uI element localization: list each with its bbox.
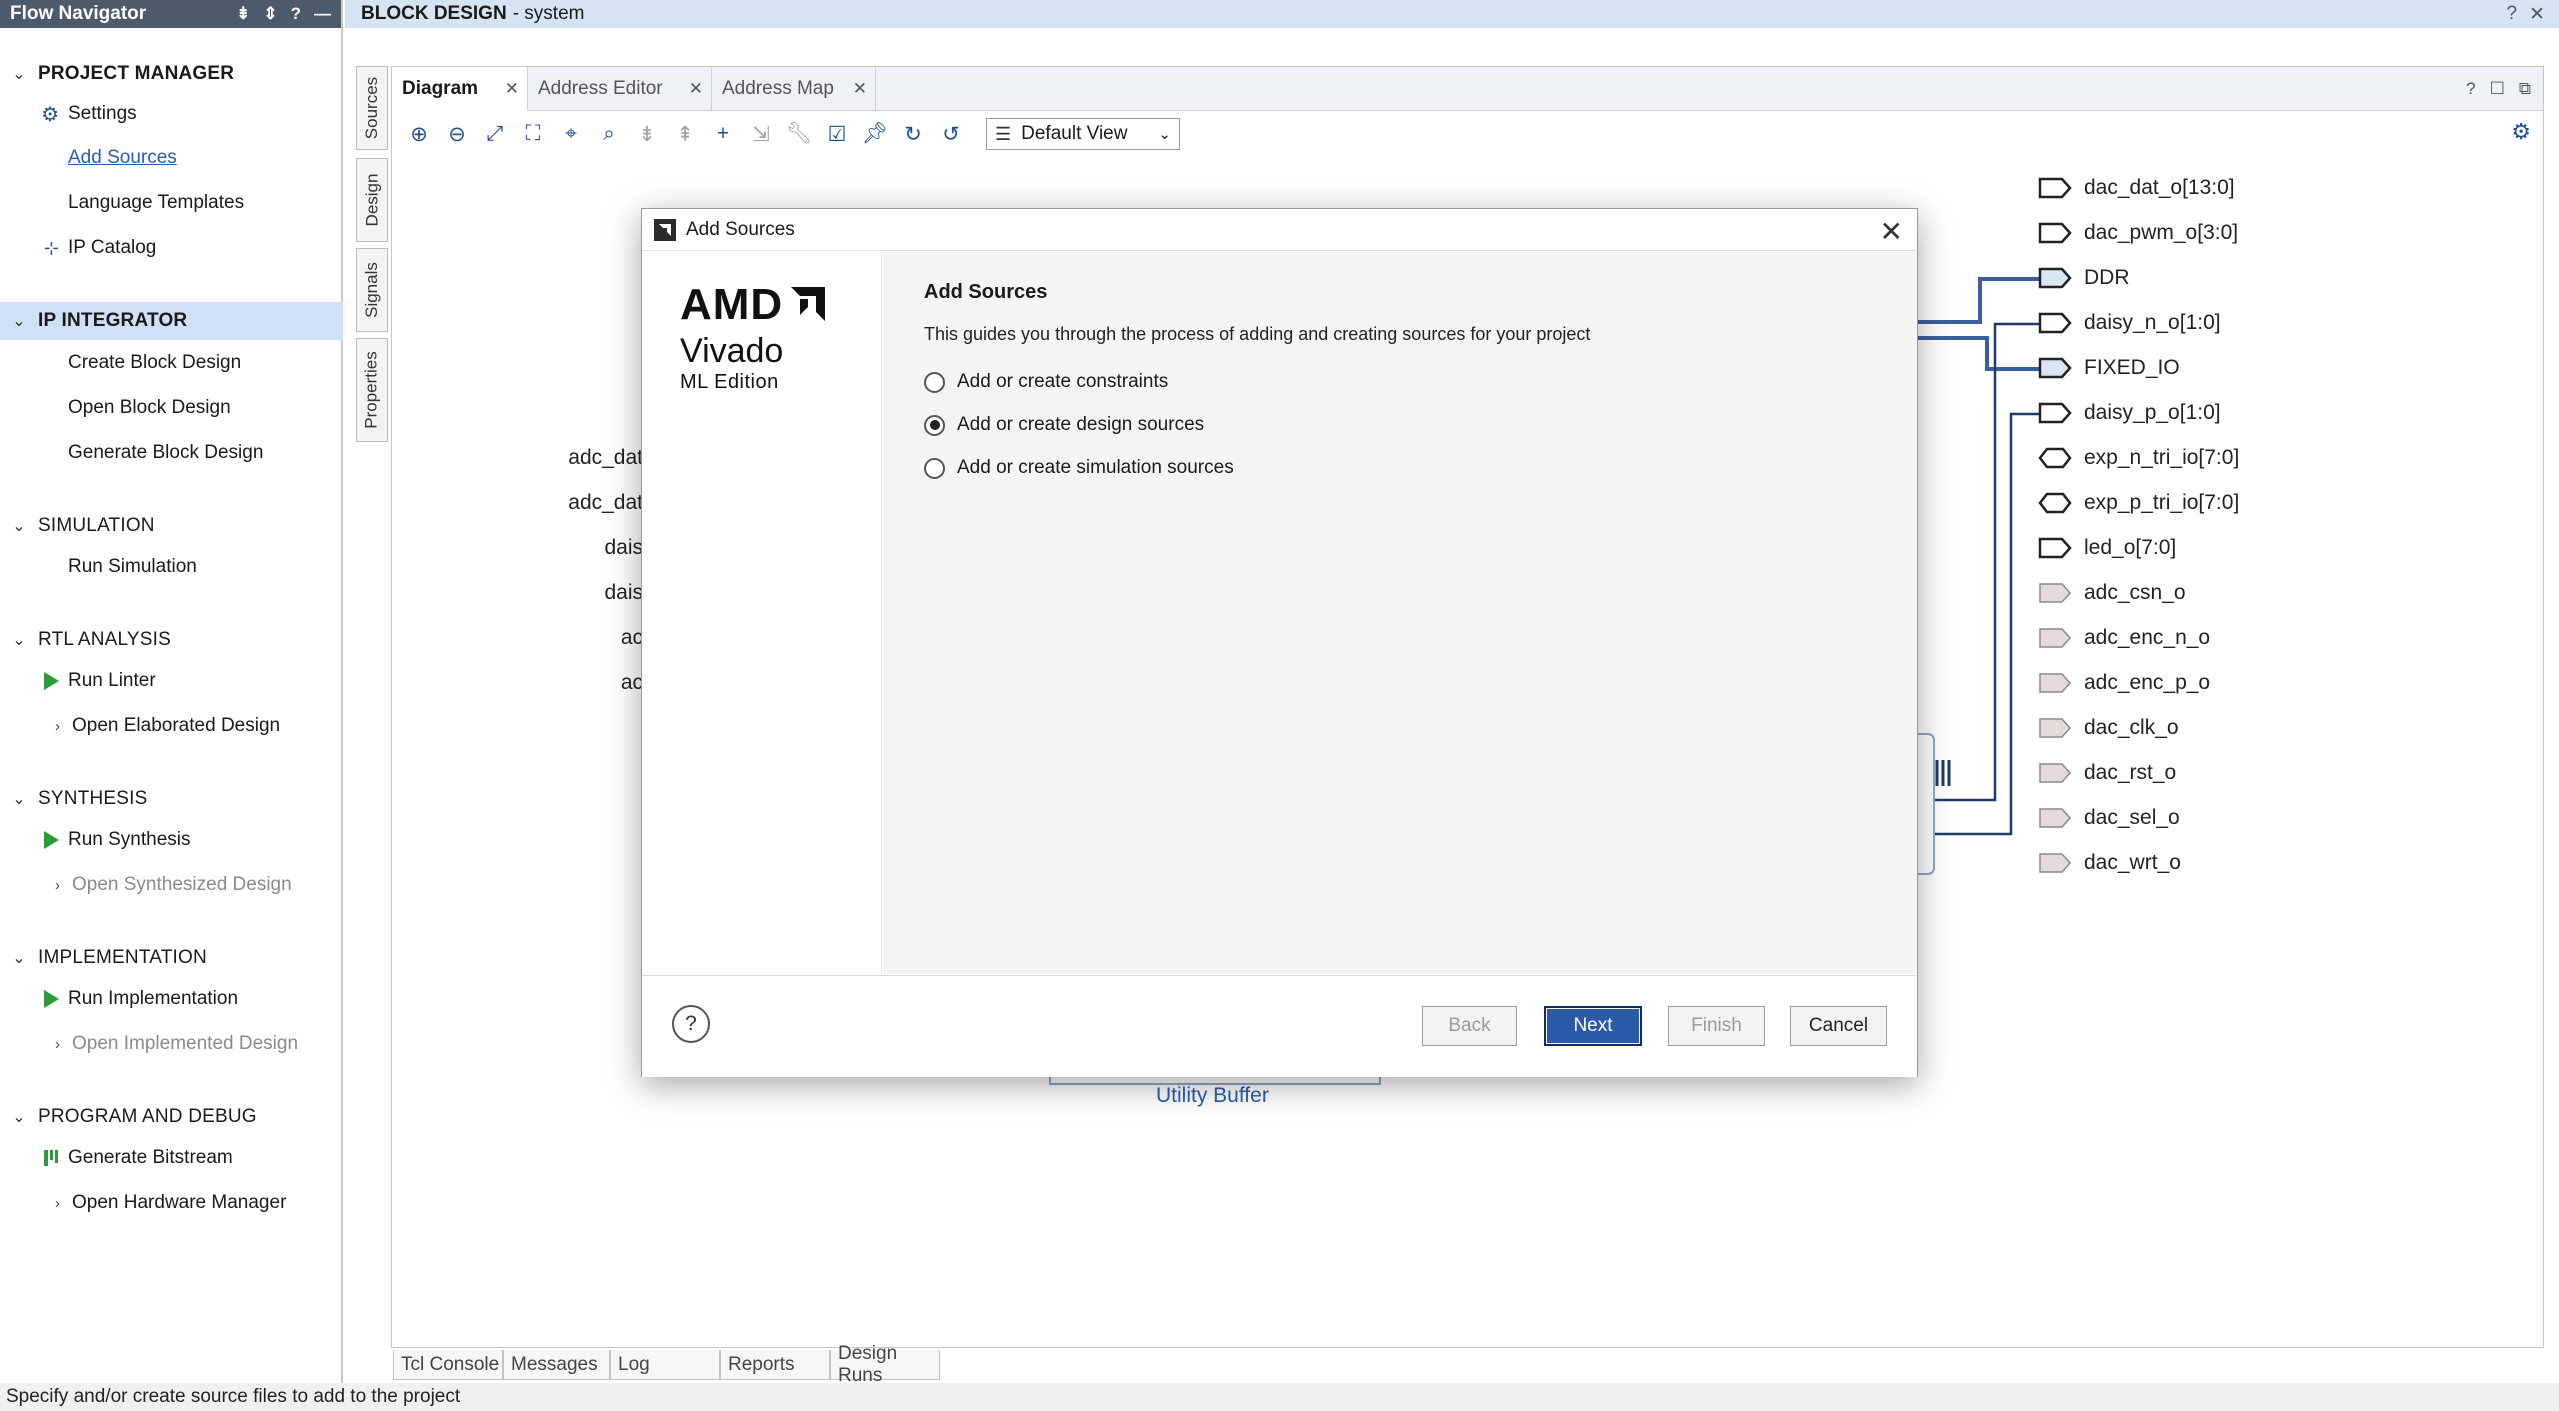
port-label: daisy_p_o[1:0] — [2084, 401, 2221, 424]
port-label: ac — [620, 626, 643, 649]
port-label: dac_rst_o — [2084, 761, 2177, 784]
port-dac-dat-o-13-0[interactable]: dac_dat_o[13:0] — [2038, 175, 2235, 201]
port-label: dais — [604, 581, 643, 604]
option-simulation-sources[interactable]: Add or create simulation sources — [924, 457, 1234, 479]
amd-arrow-icon — [791, 287, 826, 321]
port-label: led_o[7:0] — [2084, 536, 2177, 559]
amd-vivado-logo: AMD Vivado ML Edition — [680, 280, 860, 394]
port-exp-p-tri-io-7-0[interactable]: exp_p_tri_io[7:0] — [2038, 490, 2239, 516]
output-port-icon — [2039, 718, 2072, 738]
status-bar: Specify and/or create source files to ad… — [0, 1383, 2559, 1411]
port-dac-pwm-o-3-0[interactable]: dac_pwm_o[3:0] — [2038, 220, 2238, 246]
option-design-sources[interactable]: Add or create design sources — [924, 414, 1204, 436]
port-adc-enc-p-o[interactable]: adc_enc_p_o — [2038, 670, 2210, 696]
utility-buffer-label[interactable]: Utility Buffer — [1156, 1084, 1269, 1108]
help-button[interactable]: ? — [672, 1005, 710, 1043]
output-port-icon — [2039, 853, 2072, 873]
dialog-branding-panel: AMD Vivado ML Edition — [642, 252, 882, 974]
dialog-title: Add Sources — [686, 218, 795, 240]
port-label: dac_sel_o — [2084, 806, 2180, 829]
dialog-heading: Add Sources — [924, 281, 1048, 303]
port-label: dac_pwm_o[3:0] — [2084, 221, 2239, 244]
port-label: dac_wrt_o — [2084, 851, 2181, 874]
output-port-icon — [2039, 808, 2072, 828]
port-label: exp_p_tri_io[7:0] — [2084, 491, 2240, 514]
port-led-o-7-0[interactable]: led_o[7:0] — [2038, 535, 2176, 561]
port-fixed-io[interactable]: FIXED_IO — [2038, 355, 2180, 381]
dialog-footer: ? Back Next Finish Cancel — [642, 975, 1917, 1077]
back-button[interactable]: Back — [1422, 1006, 1517, 1046]
edition-wordmark: ML Edition — [680, 371, 779, 393]
add-sources-dialog: Add Sources ✕ AMD Vivado ML Edition Add … — [641, 208, 1918, 1077]
bidirectional-port-icon — [2038, 492, 2072, 514]
tab-design-runs[interactable]: Design Runs — [830, 1343, 940, 1386]
output-port-icon — [2038, 312, 2072, 334]
next-button[interactable]: Next — [1544, 1006, 1642, 1046]
port-dac-wrt-o[interactable]: dac_wrt_o — [2038, 850, 2181, 876]
port-dac-rst-o[interactable]: dac_rst_o — [2038, 760, 2176, 786]
port-daisy-n-o-1-0[interactable]: daisy_n_o[1:0] — [2038, 310, 2221, 336]
port-label: adc_dat — [568, 491, 643, 514]
dialog-titlebar: Add Sources ✕ — [642, 209, 1917, 251]
port-label: adc_csn_o — [2084, 581, 2186, 604]
port-label: exp_n_tri_io[7:0] — [2084, 446, 2240, 469]
port-label: adc_enc_p_o — [2084, 671, 2211, 694]
bidirectional-port-icon — [2038, 447, 2072, 469]
output-port-icon — [2039, 763, 2072, 783]
port-label: adc_dat — [568, 446, 643, 469]
dialog-description: This guides you through the process of a… — [924, 324, 1591, 344]
vivado-app-icon — [654, 218, 676, 241]
dialog-content: Add Sources This guides you through the … — [883, 252, 1917, 974]
amd-wordmark: AMD — [680, 280, 784, 329]
port-adc-csn-o[interactable]: adc_csn_o — [2038, 580, 2186, 606]
radio-button[interactable] — [924, 457, 945, 479]
port-exp-n-tri-io-7-0[interactable]: exp_n_tri_io[7:0] — [2038, 445, 2239, 471]
radio-button-selected[interactable] — [924, 414, 945, 436]
tab-messages[interactable]: Messages — [503, 1350, 610, 1380]
port-label: ac — [620, 671, 643, 694]
port-label: FIXED_IO — [2084, 356, 2180, 379]
output-port-icon — [2039, 628, 2072, 648]
output-port-icon — [2038, 177, 2072, 199]
tab-reports[interactable]: Reports — [720, 1350, 830, 1380]
radio-button[interactable] — [924, 371, 945, 393]
output-port-icon — [2039, 673, 2072, 693]
bottom-tabs: Tcl Console Messages Log Reports Design … — [393, 1343, 940, 1386]
output-port-icon — [2038, 537, 2072, 559]
port-daisy-p-o-1-0[interactable]: daisy_p_o[1:0] — [2038, 400, 2221, 426]
output-port-icon — [2038, 357, 2072, 379]
port-label: adc_enc_n_o — [2084, 626, 2211, 649]
cancel-button[interactable]: Cancel — [1790, 1006, 1887, 1046]
tab-tcl-console[interactable]: Tcl Console — [393, 1350, 503, 1380]
option-constraints[interactable]: Add or create constraints — [924, 371, 1168, 393]
finish-button[interactable]: Finish — [1668, 1006, 1765, 1046]
tab-log[interactable]: Log — [610, 1350, 720, 1380]
output-port-icon — [2038, 267, 2072, 289]
vivado-wordmark: Vivado — [680, 332, 784, 370]
port-dac-sel-o[interactable]: dac_sel_o — [2038, 805, 2180, 831]
output-port-icon — [2038, 402, 2072, 424]
port-ddr[interactable]: DDR — [2038, 265, 2130, 291]
output-port-icon — [2039, 583, 2072, 603]
port-label: dac_clk_o — [2084, 716, 2179, 739]
close-icon[interactable]: ✕ — [1880, 215, 1903, 248]
port-label: dac_dat_o[13:0] — [2084, 176, 2235, 199]
port-label: DDR — [2084, 266, 2130, 289]
port-dac-clk-o[interactable]: dac_clk_o — [2038, 715, 2179, 741]
port-label: dais — [604, 536, 643, 559]
port-adc-enc-n-o[interactable]: adc_enc_n_o — [2038, 625, 2210, 651]
output-port-icon — [2038, 222, 2072, 244]
port-label: daisy_n_o[1:0] — [2084, 311, 2221, 334]
